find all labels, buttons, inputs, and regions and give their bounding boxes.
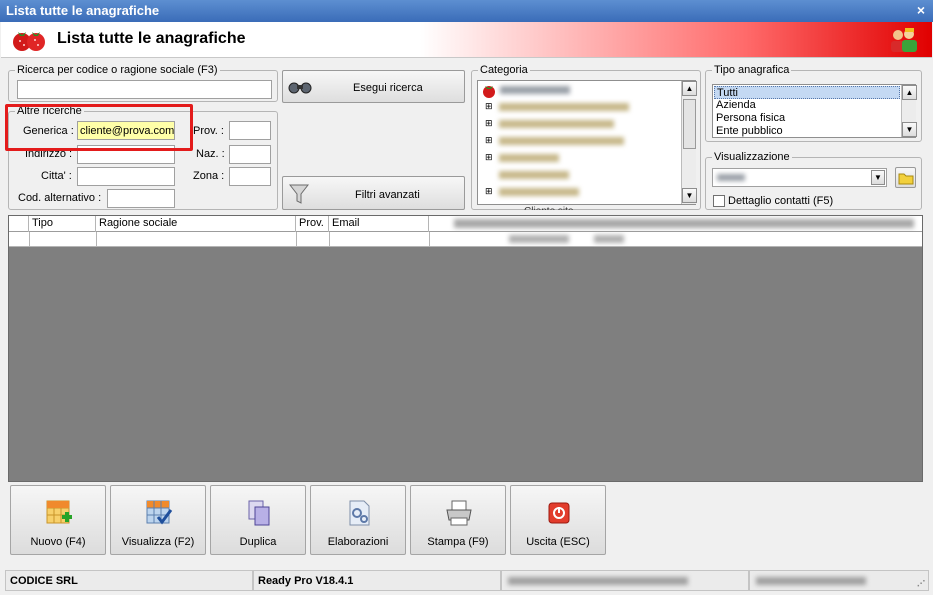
type-option-3[interactable]: Ente pubblico xyxy=(716,125,783,137)
zona-label: Zona : xyxy=(193,170,225,182)
grid-col-ragione[interactable]: Ragione sociale xyxy=(96,216,296,232)
grid-header: Tipo Ragione sociale Prov. Email xyxy=(9,216,922,232)
view-label: Visualizza (F2) xyxy=(121,536,195,548)
other-search-group: Altre ricerche Generica : cliente@prova.… xyxy=(8,105,278,210)
citta-input[interactable] xyxy=(77,167,175,186)
zona-input[interactable] xyxy=(229,167,271,186)
type-option-2[interactable]: Persona fisica xyxy=(716,112,785,124)
run-search-label: Esegui ricerca xyxy=(353,82,423,94)
type-group: Tipo anagrafica Tutti Azienda Persona fi… xyxy=(705,64,922,142)
table-row[interactable] xyxy=(9,232,922,247)
binoculars-icon xyxy=(288,82,312,94)
window-title: Lista tutte le anagrafiche xyxy=(6,3,160,18)
type-group-label: Tipo anagrafica xyxy=(712,64,792,76)
print-button[interactable]: Stampa (F9) xyxy=(410,485,506,555)
status-version: Ready Pro V18.4.1 xyxy=(253,570,501,591)
type-option-0[interactable]: Tutti xyxy=(714,86,900,99)
naz-label: Naz. : xyxy=(196,148,225,160)
close-icon[interactable]: × xyxy=(917,3,925,17)
window-titlebar: Lista tutte le anagrafiche × xyxy=(0,0,933,22)
power-icon xyxy=(548,502,570,524)
grid-col-tipo[interactable]: Tipo xyxy=(29,216,96,232)
strawberry-icon xyxy=(483,86,495,98)
grid-header-corner xyxy=(9,216,29,232)
search-group-label: Ricerca per codice o ragione sociale (F3… xyxy=(15,64,220,76)
other-search-group-label: Altre ricerche xyxy=(15,105,84,117)
cod-alt-label: Cod. alternativo : xyxy=(18,192,102,204)
strawberry-icon xyxy=(13,32,45,51)
view-group: Visualizzazione ▼ Dettaglio contatti (F5… xyxy=(705,151,922,210)
scroll-thumb[interactable] xyxy=(683,99,696,149)
detail-checkbox[interactable] xyxy=(713,195,725,207)
search-input[interactable] xyxy=(17,80,272,99)
category-group: Categoria ⊞ ⊞ ⊞ ⊞ ⊞ Cliente sito ▲ ▼ xyxy=(471,64,701,210)
search-group: Ricerca per codice o ragione sociale (F3… xyxy=(8,64,278,102)
advanced-filters-label: Filtri avanzati xyxy=(355,189,420,201)
status-company: CODICE SRL xyxy=(5,570,253,591)
scroll-down-icon[interactable]: ▼ xyxy=(682,188,697,203)
gears-document-icon xyxy=(349,500,370,526)
view-group-label: Visualizzazione xyxy=(712,151,792,163)
header-banner: Lista tutte le anagrafiche xyxy=(1,22,932,58)
status-info-2: ⋰ xyxy=(749,570,929,591)
elaborations-label: Elaborazioni xyxy=(327,536,389,548)
type-option-1[interactable]: Azienda xyxy=(716,99,756,111)
duplicate-button[interactable]: Duplica xyxy=(210,485,306,555)
run-search-button[interactable]: Esegui ricerca xyxy=(282,70,465,103)
type-listbox[interactable]: Tutti Azienda Persona fisica Ente pubbli… xyxy=(712,84,917,138)
cod-alt-input[interactable] xyxy=(107,189,175,208)
detail-label: Dettaglio contatti (F5) xyxy=(728,195,834,207)
naz-input[interactable] xyxy=(229,145,271,164)
prov-input[interactable] xyxy=(229,121,271,140)
data-grid[interactable]: Tipo Ragione sociale Prov. Email xyxy=(8,215,923,482)
category-scrollbar[interactable]: ▲ ▼ xyxy=(681,81,697,204)
status-info-1 xyxy=(501,570,749,591)
exit-button[interactable]: Uscita (ESC) xyxy=(510,485,606,555)
view-select[interactable]: ▼ xyxy=(712,168,887,187)
grid-col-prov[interactable]: Prov. xyxy=(296,216,329,232)
folder-button[interactable] xyxy=(895,167,916,188)
scroll-down-icon[interactable]: ▼ xyxy=(902,122,917,137)
category-last-item: Cliente sito xyxy=(524,205,573,210)
grid-header-hidden xyxy=(454,219,914,228)
new-record-icon xyxy=(46,500,72,524)
banner-title: Lista tutte le anagrafiche xyxy=(57,30,246,47)
folder-icon xyxy=(898,173,913,185)
users-icon xyxy=(891,28,917,52)
duplicate-icon xyxy=(248,500,270,526)
scroll-up-icon[interactable]: ▲ xyxy=(902,85,917,100)
duplicate-label: Duplica xyxy=(239,536,277,548)
generica-label: Generica : xyxy=(23,125,74,137)
generica-input[interactable]: cliente@prova.com xyxy=(77,121,175,140)
type-scrollbar[interactable]: ▲ ▼ xyxy=(901,85,917,137)
elaborations-button[interactable]: Elaborazioni xyxy=(310,485,406,555)
category-tree[interactable]: ⊞ ⊞ ⊞ ⊞ ⊞ Cliente sito ▲ ▼ xyxy=(477,80,697,210)
advanced-filters-button[interactable]: Filtri avanzati xyxy=(282,176,465,210)
print-label: Stampa (F9) xyxy=(427,536,489,548)
exit-label: Uscita (ESC) xyxy=(526,536,590,548)
prov-label: Prov. : xyxy=(193,125,224,137)
chevron-down-icon[interactable]: ▼ xyxy=(871,170,885,185)
new-label: Nuovo (F4) xyxy=(30,536,86,548)
indirizzo-label: Indirizzo : xyxy=(25,148,73,160)
resize-grip-icon[interactable]: ⋰ xyxy=(917,579,925,588)
citta-label: Citta' : xyxy=(41,170,72,182)
view-record-icon xyxy=(146,500,173,525)
view-button[interactable]: Visualizza (F2) xyxy=(110,485,206,555)
printer-icon xyxy=(446,500,472,526)
scroll-up-icon[interactable]: ▲ xyxy=(682,81,697,96)
funnel-icon xyxy=(289,184,309,204)
new-button[interactable]: Nuovo (F4) xyxy=(10,485,106,555)
category-group-label: Categoria xyxy=(478,64,530,76)
indirizzo-input[interactable] xyxy=(77,145,175,164)
grid-col-email[interactable]: Email xyxy=(329,216,429,232)
category-tree-items: ⊞ ⊞ ⊞ ⊞ ⊞ xyxy=(485,101,665,196)
